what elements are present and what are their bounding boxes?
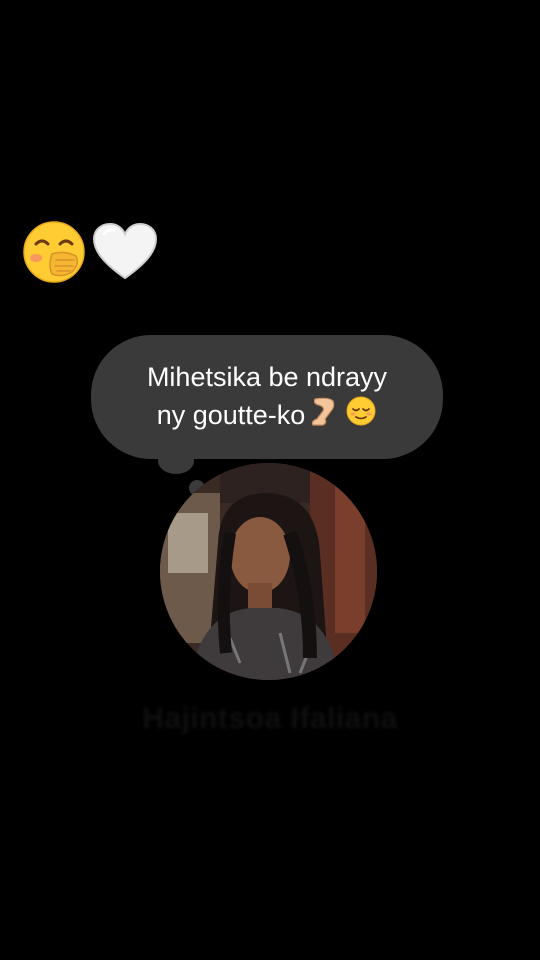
note-line-2: ny goutte-ko (157, 395, 378, 436)
note-line-1: Mihetsika be ndrayy (146, 361, 388, 392)
leg-emoji-icon (309, 395, 341, 436)
profile-avatar[interactable] (160, 463, 377, 680)
profile-username: Hajintsoa Ifaliana (142, 702, 398, 735)
white-heart-emoji-icon (92, 222, 158, 282)
hand-over-mouth-emoji-icon (22, 220, 86, 284)
relieved-face-emoji-icon (345, 395, 377, 436)
reaction-emoji-row (22, 220, 158, 284)
note-bubble[interactable]: Mihetsika be ndrayy ny goutte-ko (91, 335, 443, 459)
note-line-2-text: ny goutte-ko (156, 400, 306, 430)
story-screen[interactable]: Mihetsika be ndrayy ny goutte-ko Hajints… (0, 0, 540, 960)
